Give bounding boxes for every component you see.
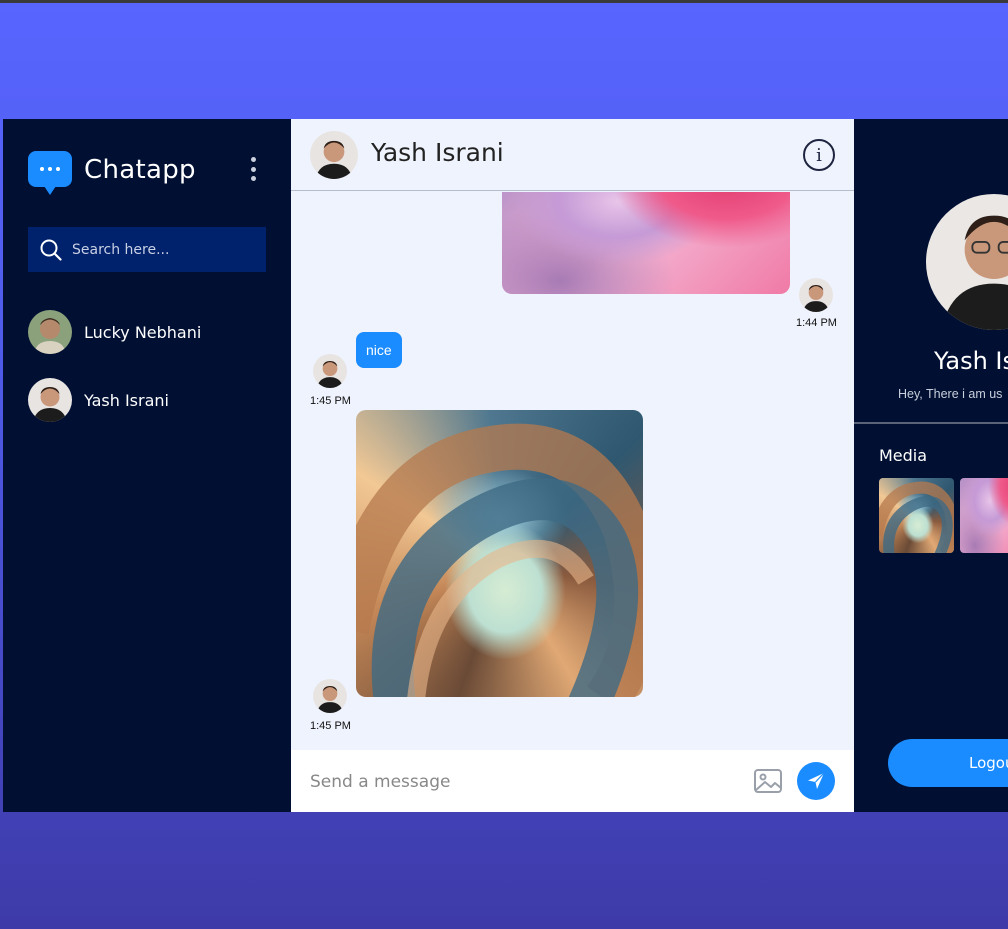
message-list: 1:44 PM nice 1:45 PM 1:45 PM (291, 192, 854, 750)
contact-name: Lucky Nebhani (84, 322, 202, 342)
message-bubble: nice (356, 332, 402, 368)
search-input[interactable] (72, 241, 252, 258)
media-thumbnail[interactable] (960, 478, 1008, 553)
image-icon[interactable] (752, 765, 784, 797)
avatar (313, 354, 347, 388)
message-input[interactable] (310, 768, 730, 796)
search-icon (40, 239, 62, 261)
info-icon[interactable]: i (803, 139, 835, 171)
send-icon (808, 772, 825, 789)
message-time: 1:44 PM (796, 317, 837, 329)
contact-name: Yash Israni (84, 390, 169, 410)
avatar (28, 310, 72, 354)
profile-avatar (926, 194, 1008, 330)
message-time: 1:45 PM (310, 720, 351, 732)
media-heading: Media (879, 446, 928, 465)
chat-bubble-icon (28, 151, 72, 195)
avatar (313, 679, 347, 713)
avatar (799, 278, 833, 312)
kebab-menu-icon[interactable] (249, 157, 257, 181)
avatar (310, 131, 358, 179)
profile-name: Yash Is (934, 347, 1008, 375)
chat-panel: Yash Israni i 1:44 PM nice 1:45 PM 1:45 … (291, 119, 854, 812)
message-time: 1:45 PM (310, 395, 351, 407)
search-box[interactable] (28, 227, 266, 272)
chat-header: Yash Israni i (291, 119, 854, 191)
message-image[interactable] (502, 192, 790, 294)
send-button[interactable] (797, 762, 835, 800)
message-composer (291, 750, 854, 812)
app-title: Chatapp (84, 155, 196, 185)
logout-button[interactable]: Logou (888, 739, 1008, 787)
avatar (28, 378, 72, 422)
media-thumbnail[interactable] (879, 478, 954, 553)
contact-item-lucky-nebhani[interactable]: Lucky Nebhani (28, 309, 268, 355)
message-image[interactable] (356, 410, 643, 697)
sidebar: Chatapp Lucky Nebhani (3, 119, 291, 812)
window-top-border (0, 0, 1008, 3)
contact-item-yash-israni[interactable]: Yash Israni (28, 377, 268, 423)
profile-status: Hey, There i am us (898, 387, 1003, 401)
chat-app: Chatapp Lucky Nebhani (3, 119, 1008, 812)
divider (854, 422, 1008, 424)
profile-panel: Yash Is Hey, There i am us Media Logou (854, 119, 1008, 812)
chat-contact-name: Yash Israni (371, 138, 504, 167)
